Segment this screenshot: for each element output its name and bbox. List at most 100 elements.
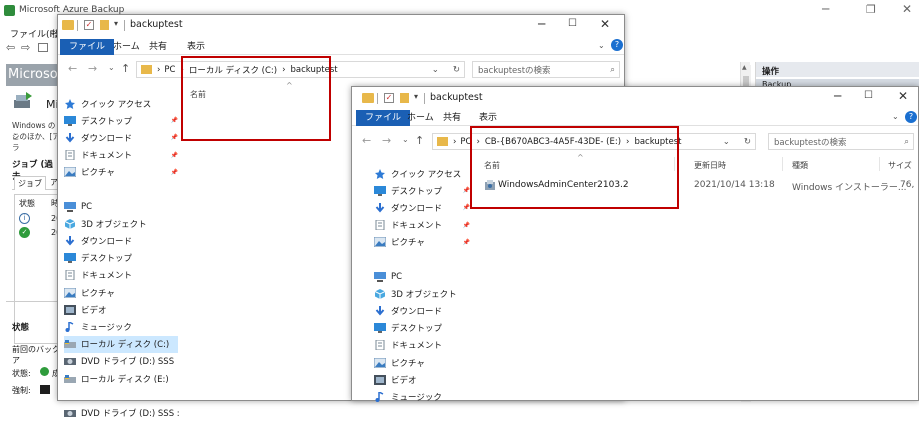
qat-dropdown-icon[interactable]: ▾ — [114, 19, 118, 28]
status-heading: 状態 — [12, 323, 30, 333]
search-box-c[interactable]: backuptestの検索 ⌕ — [472, 61, 620, 78]
nav-item[interactable]: デスクトップ 📌 — [64, 112, 178, 129]
address-dropdown-icon[interactable]: ⌄ — [723, 137, 730, 147]
pin-icon[interactable]: 📌 — [171, 117, 178, 124]
nav-item[interactable]: ローカル ディスク (C:) — [64, 335, 178, 353]
help-icon[interactable]: ? — [611, 39, 623, 51]
minimize-icon[interactable]: ─ — [834, 89, 841, 103]
nav-item[interactable]: ドキュメント — [64, 267, 178, 284]
nav-item[interactable]: デスクトップ — [64, 250, 178, 267]
nav-item[interactable]: ピクチャ 📌 — [373, 234, 470, 251]
pin-icon[interactable]: 📌 — [463, 222, 470, 229]
nav-item[interactable]: ダウンロード 📌 — [64, 129, 178, 146]
back-icon[interactable]: ⇦ — [6, 41, 15, 54]
explorer-c-navbar: ← → ⌄ ↑ › PC › ローカル ディスク (C:) › backupte… — [58, 59, 624, 81]
up-arrow-icon[interactable]: ↑ — [415, 134, 424, 147]
star-icon — [64, 98, 76, 109]
maximize-icon[interactable]: ☐ — [864, 90, 873, 101]
recent-dropdown-icon[interactable]: ⌄ — [108, 63, 115, 72]
nav-item[interactable]: ダウンロード — [64, 233, 178, 250]
nav-item[interactable]: ビデオ — [374, 371, 470, 388]
column-divider[interactable] — [782, 157, 783, 171]
refresh-icon[interactable]: ↻ — [744, 137, 751, 147]
column-modified[interactable]: 更新日時 — [694, 160, 726, 171]
nav-item[interactable]: デスクトップ 📌 — [374, 182, 470, 199]
pin-icon[interactable]: 📌 — [171, 169, 178, 176]
explorer-c-title: backuptest — [130, 19, 183, 30]
back-arrow-icon[interactable]: ← — [362, 134, 371, 147]
pin-icon[interactable]: 📌 — [463, 239, 470, 246]
divider — [6, 301, 60, 302]
qat-dropdown-icon[interactable]: ▾ — [414, 92, 418, 101]
prev-backup-label: 前回のバックア — [12, 345, 60, 365]
nav-item[interactable]: ドキュメント 📌 — [64, 147, 178, 164]
minimize-icon[interactable]: ─ — [538, 17, 545, 31]
navigation-pane-e: クイック アクセス デスクトップ 📌 ダウンロード 📌 ドキュメント 📌 ピクチャ 📌 PC 3D … — [373, 165, 470, 403]
nav-item[interactable]: デスクトップ — [374, 320, 470, 337]
nav-item[interactable]: ミュージック — [374, 388, 470, 405]
ribbon-expand-icon[interactable]: ⌄ — [598, 41, 605, 50]
properties-icon[interactable]: ✓ — [384, 93, 394, 103]
explorer-c-ribbon: ファイル ホーム 共有 表示 ⌄ ? — [58, 39, 624, 55]
nav-item[interactable]: DVD ドライブ (D:) SSS — [64, 353, 178, 370]
forward-arrow-icon[interactable]: → — [382, 134, 391, 147]
explorer-c-titlebar: ✓ ▾ backuptest ─ ☐ ✕ — [58, 15, 624, 37]
up-arrow-icon[interactable]: ↑ — [121, 62, 130, 75]
new-folder-icon[interactable] — [400, 93, 409, 103]
nav-item[interactable]: ドキュメント — [374, 337, 470, 354]
separator — [377, 93, 378, 104]
forward-arrow-icon[interactable]: → — [88, 62, 97, 75]
nav-item[interactable]: ドキュメント 📌 — [374, 217, 470, 234]
minimize-icon[interactable]: ─ — [822, 2, 829, 16]
ribbon-expand-icon[interactable]: ⌄ — [892, 112, 899, 121]
nav-item[interactable]: ピクチャ 📌 — [63, 164, 178, 181]
refresh-icon[interactable]: ↻ — [453, 65, 460, 75]
pin-icon[interactable]: 📌 — [171, 152, 178, 159]
recent-dropdown-icon[interactable]: ⌄ — [402, 135, 409, 144]
separator — [124, 20, 125, 31]
nav-item[interactable]: ビデオ — [64, 301, 178, 318]
nav-item[interactable]: ミュージック — [64, 318, 178, 335]
console-tree-icon[interactable] — [38, 43, 48, 52]
scroll-up-icon[interactable]: ▲ — [742, 64, 747, 71]
column-size[interactable]: サイズ — [888, 160, 912, 171]
pin-icon[interactable]: 📌 — [171, 134, 178, 141]
forward-icon[interactable]: ⇨ — [21, 41, 30, 54]
column-type[interactable]: 種類 — [792, 160, 808, 171]
address-dropdown-icon[interactable]: ⌄ — [432, 65, 439, 75]
pin-icon[interactable]: 📌 — [463, 187, 470, 194]
nav-item[interactable]: PC — [64, 198, 178, 215]
explorer-e-title: backuptest — [430, 92, 483, 103]
nav-item[interactable]: ダウンロード — [374, 303, 470, 320]
search-icon: ⌕ — [904, 136, 909, 147]
jobs-tab[interactable]: ジョブ — [14, 176, 46, 190]
breadcrumb-pc[interactable]: PC — [164, 65, 175, 75]
nav-item[interactable]: ピクチャ — [373, 354, 470, 371]
ribbon-tab-view[interactable]: 表示 — [178, 39, 214, 55]
close-icon[interactable]: ✕ — [600, 17, 610, 31]
nav-item[interactable]: PC — [374, 268, 470, 285]
nav-item[interactable]: 3D オブジェクト — [374, 285, 470, 302]
nav-item[interactable]: クイック アクセス — [64, 95, 178, 112]
ribbon-tab-share[interactable]: 共有 — [434, 110, 470, 126]
column-divider[interactable] — [879, 157, 880, 171]
close-icon[interactable]: ✕ — [898, 89, 908, 103]
nav-item[interactable]: クイック アクセス — [374, 165, 470, 182]
search-box-e[interactable]: backuptestの検索 ⌕ — [768, 133, 914, 150]
close-icon[interactable]: ✕ — [902, 2, 912, 16]
nav-item[interactable]: ダウンロード 📌 — [374, 199, 470, 216]
help-icon[interactable]: ? — [905, 111, 917, 123]
nav-item[interactable]: 3D オブジェクト — [64, 215, 178, 232]
pin-icon[interactable]: 📌 — [463, 204, 470, 211]
ribbon-tab-share[interactable]: 共有 — [140, 39, 176, 55]
nav-item[interactable]: ローカル ディスク (E:) — [64, 370, 178, 387]
nav-item[interactable]: ピクチャ — [63, 284, 178, 301]
maximize-icon[interactable]: ☐ — [568, 18, 577, 29]
restore-icon[interactable]: ❐ — [866, 3, 876, 16]
ribbon-tab-view[interactable]: 表示 — [470, 110, 506, 126]
back-arrow-icon[interactable]: ← — [68, 62, 77, 75]
properties-icon[interactable]: ✓ — [84, 20, 94, 30]
new-folder-icon[interactable] — [100, 20, 109, 30]
nav-item[interactable]: DVD ドライブ (D:) SSS : — [64, 404, 180, 421]
nav-item-label: DVD ドライブ (D:) SSS — [81, 357, 175, 368]
